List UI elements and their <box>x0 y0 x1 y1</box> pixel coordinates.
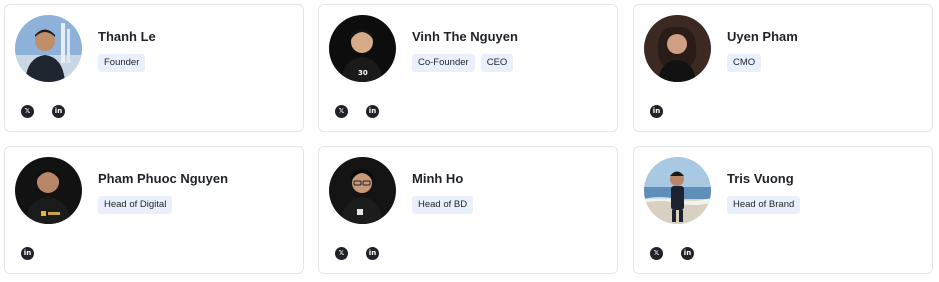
role-tag: CMO <box>727 54 762 72</box>
role-tags: Head of Brand <box>727 196 801 214</box>
social-links: 𝕏 in <box>21 105 65 118</box>
x-icon[interactable]: 𝕏 <box>650 247 663 260</box>
team-card: Pham Phuoc Nguyen Head of Digital in <box>4 146 304 274</box>
role-tags: CMO <box>727 54 762 72</box>
x-icon[interactable]: 𝕏 <box>21 105 34 118</box>
team-card: Minh Ho Head of BD 𝕏 in <box>318 146 618 274</box>
x-icon[interactable]: 𝕏 <box>335 247 348 260</box>
svg-text:30: 30 <box>358 69 368 77</box>
linkedin-icon[interactable]: in <box>366 247 379 260</box>
member-name: Pham Phuoc Nguyen <box>98 171 229 186</box>
social-links: in <box>650 105 663 118</box>
role-tag: Head of Digital <box>98 196 173 214</box>
role-tags: Head of Digital <box>98 196 173 214</box>
team-grid: Thanh Le Founder 𝕏 in 30 Vinh The Nguyen… <box>0 0 939 282</box>
member-name: Vinh The Nguyen <box>412 29 518 44</box>
avatar <box>644 157 711 224</box>
avatar <box>15 15 82 82</box>
x-icon[interactable]: 𝕏 <box>335 105 348 118</box>
social-links: 𝕏 in <box>335 105 379 118</box>
role-tags: Co-Founder CEO <box>412 54 514 72</box>
team-card: 30 Vinh The Nguyen Co-Founder CEO 𝕏 in <box>318 4 618 132</box>
team-card: Tris Vuong Head of Brand 𝕏 in <box>633 146 933 274</box>
role-tags: Head of BD <box>412 196 474 214</box>
role-tag: Founder <box>98 54 146 72</box>
avatar: 30 <box>329 15 396 82</box>
avatar <box>329 157 396 224</box>
member-name: Tris Vuong <box>727 171 794 186</box>
role-tag: Head of Brand <box>727 196 801 214</box>
social-links: 𝕏 in <box>650 247 694 260</box>
role-tag: Head of BD <box>412 196 474 214</box>
role-tags: Founder <box>98 54 146 72</box>
social-links: in <box>21 247 34 260</box>
avatar <box>15 157 82 224</box>
member-name: Minh Ho <box>412 171 464 186</box>
role-tag: Co-Founder <box>412 54 475 72</box>
social-links: 𝕏 in <box>335 247 379 260</box>
linkedin-icon[interactable]: in <box>52 105 65 118</box>
team-card: Thanh Le Founder 𝕏 in <box>4 4 304 132</box>
linkedin-icon[interactable]: in <box>21 247 34 260</box>
avatar <box>644 15 711 82</box>
linkedin-icon[interactable]: in <box>681 247 694 260</box>
role-tag: CEO <box>480 54 514 72</box>
linkedin-icon[interactable]: in <box>650 105 663 118</box>
member-name: Thanh Le <box>98 29 156 44</box>
team-card: Uyen Pham CMO in <box>633 4 933 132</box>
member-name: Uyen Pham <box>727 29 798 44</box>
linkedin-icon[interactable]: in <box>366 105 379 118</box>
